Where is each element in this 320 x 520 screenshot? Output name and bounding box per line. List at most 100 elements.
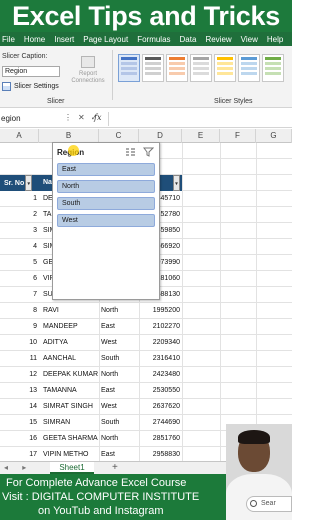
cell-region[interactable]: West [99,399,139,415]
cell-sr-no[interactable]: 12 [0,367,39,383]
region-slicer[interactable]: Region East North South West [52,142,160,300]
table-row: 9 MANDEEP East 2102270 [0,319,292,335]
cell-sr-no[interactable]: 14 [0,399,39,415]
slicer-ribbon: Slicer Caption: Region Slicer Settings R… [0,46,292,108]
column-header-e[interactable]: E [182,129,220,143]
column-header-g[interactable]: G [256,129,292,143]
cell-sr-no[interactable]: 5 [0,255,39,271]
slicer-style-swatch-6[interactable] [238,54,260,82]
slicer-style-swatch-5[interactable] [214,54,236,82]
cell-sr-no[interactable]: 2 [0,207,39,223]
fx-icon[interactable]: fx [94,113,101,122]
menu-help[interactable]: Help [267,35,283,44]
cell-name[interactable]: DEEPAK KUMAR [41,367,99,383]
cell-name[interactable]: SIMRAT SINGH [41,399,99,415]
slicer-item-west[interactable]: West [57,214,155,227]
menu-formulas[interactable]: Formulas [137,35,170,44]
cell-sales[interactable]: 2102270 [139,319,182,335]
cell-sales[interactable]: 2851760 [139,431,182,447]
table-row: 11 AANCHAL South 2316410 [0,351,292,367]
filter-dropdown-icon[interactable]: ▾ [25,175,33,191]
sheet-nav-arrows[interactable]: ◂ ▸ [4,463,32,472]
column-header-b[interactable]: B [39,129,99,143]
table-row: 10 ADITYA West 2209340 [0,335,292,351]
menu-view[interactable]: View [241,35,258,44]
cell-name[interactable]: RAVI [41,303,99,319]
table-row: 8 RAVI North 1995200 [0,303,292,319]
video-title-banner: Excel Tips and Tricks [0,0,292,32]
cell-sr-no[interactable]: 15 [0,415,39,431]
cell-name[interactable]: MANDEEP [41,319,99,335]
slicer-style-swatch-2[interactable] [142,54,164,82]
column-header-d[interactable]: D [139,129,182,143]
slicer-item-north[interactable]: North [57,180,155,193]
slicer-item-east[interactable]: East [57,163,155,176]
cell-sr-no[interactable]: 4 [0,239,39,255]
slicer-settings-button[interactable]: Slicer Settings [2,82,59,91]
cell-sr-no[interactable]: 8 [0,303,39,319]
menu-file[interactable]: File [2,35,15,44]
menu-insert[interactable]: Insert [54,35,74,44]
slicer-group-label: Slicer [47,98,65,105]
menu-home[interactable]: Home [24,35,45,44]
cell-sr-no[interactable]: 16 [0,431,39,447]
cell-sales[interactable]: 2209340 [139,335,182,351]
slicer-caption-input[interactable]: Region [2,66,60,77]
cell-sales[interactable]: 2423480 [139,367,182,383]
menu-data[interactable]: Data [180,35,197,44]
cell-name[interactable]: TAMANNA [41,383,99,399]
cell-region[interactable]: West [99,335,139,351]
ribbon-separator [112,50,113,100]
report-connections-icon [81,56,95,68]
cell-region[interactable]: South [99,351,139,367]
cell-sr-no[interactable]: 7 [0,287,39,303]
cell-sr-no[interactable]: 9 [0,319,39,335]
cell-region[interactable]: North [99,367,139,383]
cell-sales[interactable]: 1995200 [139,303,182,319]
cell-sales[interactable]: 2316410 [139,351,182,367]
slicer-settings-label: Slicer Settings [14,83,59,90]
cell-region[interactable]: East [99,319,139,335]
cell-sr-no[interactable]: 13 [0,383,39,399]
cell-region[interactable]: East [99,383,139,399]
search-icon [250,500,257,507]
cell-name[interactable]: SIMRAN [41,415,99,431]
cell-sales[interactable]: 2744690 [139,415,182,431]
name-box[interactable]: egion [0,113,46,125]
filter-dropdown-icon[interactable]: ▾ [173,175,180,191]
cell-region[interactable]: North [99,303,139,319]
column-header-c[interactable]: C [99,129,139,143]
cell-sr-no[interactable]: 11 [0,351,39,367]
header-sr-no[interactable]: Sr. No ▾ [0,175,41,191]
cell-sr-no[interactable]: 1 [0,191,39,207]
presenter-video-overlay: Sear [226,424,292,520]
slicer-style-swatch-7[interactable] [262,54,284,82]
cell-sr-no[interactable]: 10 [0,335,39,351]
slicer-styles-gallery [118,54,286,82]
cell-sales[interactable]: 2530550 [139,383,182,399]
slicer-style-swatch-3[interactable] [166,54,188,82]
cell-sales[interactable]: 2637620 [139,399,182,415]
cell-name[interactable]: AANCHAL [41,351,99,367]
cell-region[interactable]: North [99,431,139,447]
header-sales[interactable]: ▾ [160,175,182,191]
cell-region[interactable]: South [99,415,139,431]
multi-select-icon[interactable] [125,147,136,157]
cell-name[interactable]: ADITYA [41,335,99,351]
cell-name[interactable]: GEETA SHARMA [41,431,99,447]
slicer-item-south[interactable]: South [57,197,155,210]
menu-review[interactable]: Review [205,35,231,44]
search-overlay-label: Sear [261,500,276,507]
cell-sr-no[interactable]: 3 [0,223,39,239]
report-connections-button[interactable]: Report Connections [70,56,106,92]
formula-divider [108,112,109,126]
menu-page-layout[interactable]: Page Layout [83,35,128,44]
column-header-a[interactable]: A [0,129,39,143]
sheet-tab-sheet1[interactable]: Sheet1 [50,462,94,474]
slicer-style-swatch-1[interactable] [118,54,140,82]
clear-filter-icon[interactable] [143,147,154,157]
slicer-style-swatch-4[interactable] [190,54,212,82]
cell-sr-no[interactable]: 6 [0,271,39,287]
column-header-f[interactable]: F [220,129,256,143]
add-sheet-button[interactable]: + [112,462,118,474]
